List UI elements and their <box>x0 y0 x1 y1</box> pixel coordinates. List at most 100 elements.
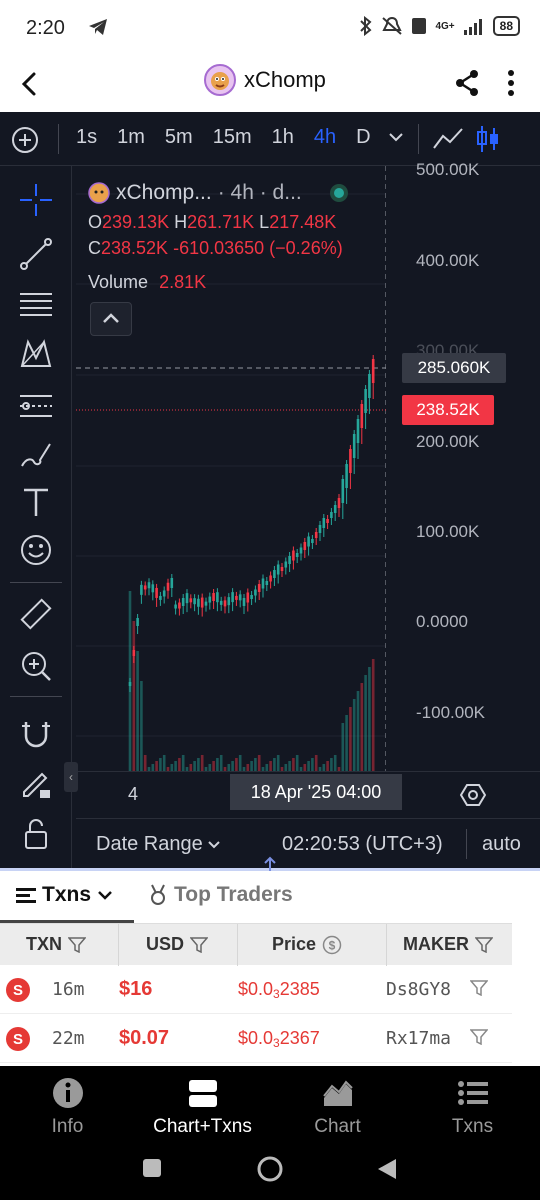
col-usd[interactable]: USD <box>146 934 209 955</box>
interval-5m[interactable]: 5m <box>165 126 193 149</box>
interval-D[interactable]: D <box>356 126 370 149</box>
back-button-icon[interactable] <box>376 1157 398 1181</box>
price-tick: -100.00K <box>416 703 485 722</box>
chart-legend: xChomp... · 4h · d... O239.13K H261.71K … <box>88 180 348 298</box>
ruler-icon[interactable] <box>18 596 54 632</box>
filter-icon[interactable] <box>470 980 488 996</box>
col-txn[interactable]: TXN <box>26 934 86 955</box>
date-range-button[interactable]: Date Range <box>96 833 221 856</box>
price-tick: 0.0000 <box>416 612 468 631</box>
volume-bar <box>269 761 272 771</box>
chart-panel: 1s 1m 5m 15m 1h 4h D ‹ xChomp... · 4h · … <box>0 112 540 868</box>
recents-button-icon[interactable] <box>142 1158 162 1178</box>
add-indicator-icon[interactable] <box>10 125 40 155</box>
status-time: 2:20 <box>26 17 65 39</box>
txns-tab-bar: Txns Top Traders <box>0 871 540 923</box>
token-small-logo <box>88 182 110 204</box>
prediction-icon[interactable] <box>18 386 54 422</box>
price-tick: 500.00K <box>416 160 480 179</box>
unlock-icon[interactable] <box>18 816 54 852</box>
sell-badge: S <box>6 1027 30 1051</box>
candle-body <box>333 505 337 513</box>
lock-drawing-icon[interactable] <box>18 766 54 802</box>
nav-info-label: Info <box>51 1116 84 1137</box>
volume-bar <box>132 621 136 771</box>
more-options-icon[interactable] <box>504 68 518 98</box>
interval-1m[interactable]: 1m <box>117 126 145 149</box>
col-price[interactable]: Price $ <box>272 934 342 955</box>
volume-bar <box>284 764 288 771</box>
magnet-icon[interactable] <box>18 716 54 752</box>
filter-icon[interactable] <box>470 1029 488 1045</box>
volume-bar <box>265 764 269 771</box>
home-button-icon[interactable] <box>256 1155 284 1183</box>
candle-body <box>136 618 139 626</box>
volume-bar <box>140 681 143 771</box>
pattern-icon[interactable] <box>18 336 54 372</box>
volume-bar <box>155 761 158 771</box>
auto-scale-toggle[interactable]: auto <box>482 833 521 856</box>
nav-info[interactable]: Info <box>0 1076 135 1138</box>
zoom-in-icon[interactable] <box>18 648 54 684</box>
interval-15m[interactable]: 15m <box>213 126 252 149</box>
volume-bar <box>254 758 257 771</box>
line-chart-icon[interactable] <box>432 126 464 152</box>
network-label: 4G+ <box>435 20 455 32</box>
nav-chart-txns[interactable]: Chart+Txns <box>135 1076 270 1138</box>
svg-text:$: $ <box>329 938 336 952</box>
interval-4h[interactable]: 4h <box>314 126 336 149</box>
price-axis[interactable]: 500.00K 400.00K 300.00K 200.00K 100.00K … <box>386 160 540 771</box>
toolbar-separator <box>58 124 59 154</box>
interval-1s[interactable]: 1s <box>76 126 97 149</box>
txn-maker[interactable]: Ds8GY8 <box>386 979 451 1000</box>
time-tick: 4 <box>128 784 139 804</box>
price-prefix: $0.0 <box>238 979 274 999</box>
candle-body <box>314 532 318 538</box>
col-maker[interactable]: MAKER <box>403 934 493 955</box>
candle-body <box>269 575 272 582</box>
candle-body <box>227 597 231 606</box>
col-txn-label: TXN <box>26 934 62 954</box>
chevron-down-icon[interactable] <box>388 130 404 144</box>
candle-body <box>143 585 147 590</box>
tab-txns[interactable]: Txns <box>16 883 113 907</box>
candle-body <box>193 598 196 605</box>
timezone-clock[interactable]: 02:20:53 (UTC+3) <box>282 833 443 856</box>
text-tool-icon[interactable] <box>18 484 54 520</box>
crosshair-icon[interactable] <box>18 182 54 218</box>
candle-body <box>265 581 269 585</box>
candle-body <box>257 584 261 592</box>
nav-chart[interactable]: Chart <box>270 1076 405 1138</box>
tab-top-traders[interactable]: Top Traders <box>148 883 293 907</box>
volume-bar <box>341 723 345 771</box>
legend-collapse-button[interactable] <box>90 302 132 336</box>
interval-1h[interactable]: 1h <box>272 126 294 149</box>
nav-txns[interactable]: Txns <box>405 1076 540 1138</box>
system-navigation <box>0 1146 540 1200</box>
split-view-icon <box>188 1080 217 1107</box>
volume-bar <box>273 758 276 771</box>
info-icon <box>52 1078 83 1108</box>
ohlc-h-label: H <box>174 212 188 232</box>
txn-maker[interactable]: Rx17ma <box>386 1028 451 1049</box>
price-prefix: $0.0 <box>238 1028 274 1048</box>
candle-body <box>162 590 166 597</box>
txn-usd: $16 <box>119 978 153 1000</box>
volume-bar <box>288 761 291 771</box>
fib-retracement-icon[interactable] <box>18 286 54 322</box>
table-row[interactable]: S 22m $0.07 $0.032367 Rx17ma <box>0 1015 512 1063</box>
settings-icon[interactable] <box>460 782 486 808</box>
back-arrow-icon[interactable] <box>14 68 46 100</box>
volume-bar <box>303 764 307 771</box>
table-row[interactable]: S 16m $16 $0.032385 Ds8GY8 <box>0 966 512 1014</box>
toolbar-separator <box>418 124 419 154</box>
trend-line-icon[interactable] <box>18 236 54 272</box>
price-tick: 400.00K <box>416 251 480 270</box>
emoji-icon[interactable] <box>18 532 54 568</box>
share-icon[interactable] <box>452 68 482 98</box>
candles-icon[interactable] <box>476 124 500 154</box>
candle-body <box>246 592 250 603</box>
chevron-up-icon <box>103 313 119 323</box>
brush-icon[interactable] <box>18 436 54 472</box>
candle-body <box>219 600 223 605</box>
